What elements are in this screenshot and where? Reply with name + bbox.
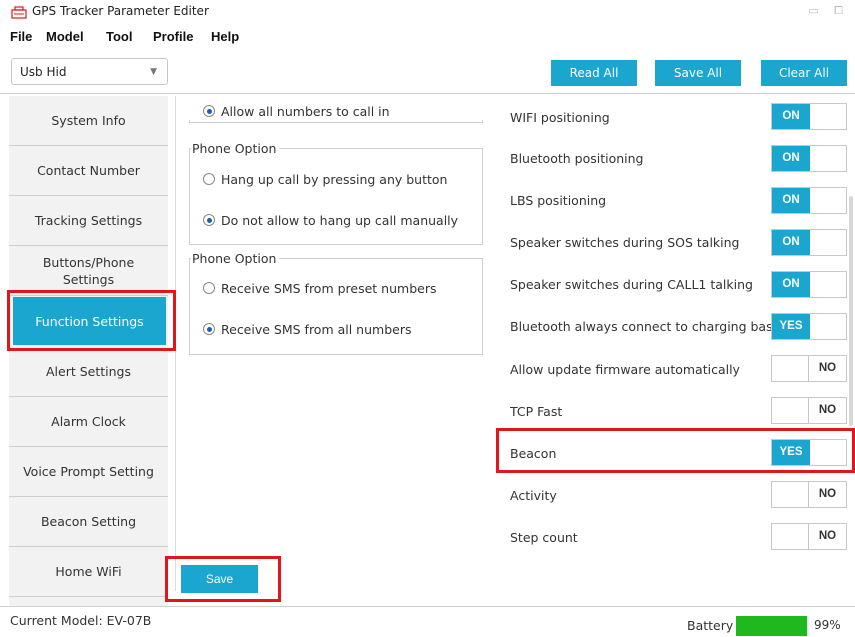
hangup-any-button-radio[interactable]: Hang up call by pressing any button [203,172,447,187]
toggle-value: NO [808,524,846,549]
sidebar-item-contact-number[interactable]: Contact Number [9,146,168,196]
sidebar-item-label: System Info [51,113,126,128]
sidebar-item-system-info[interactable]: System Info [9,96,168,146]
group-top-frame [189,120,483,123]
toggle-value: ON [772,104,810,129]
menu-profile[interactable]: Profile [153,29,193,44]
setting-label: Beacon [510,446,557,461]
setting-label: WIFI positioning [510,110,610,125]
radio-label: Receive SMS from preset numbers [221,281,437,296]
toggle-auto-update-firmware[interactable]: NO [771,355,847,382]
toolbar-divider [0,93,855,94]
title-bar: GPS Tracker Parameter Editer ▭ ⧠ [0,0,855,24]
sidebar-item-label: Voice Prompt Setting [23,464,154,479]
sidebar-item-label: Buttons/Phone Settings [42,254,135,287]
toggle-beacon[interactable]: YES [771,439,847,466]
sidebar-item-label: Tracking Settings [34,213,143,228]
toggle-speaker-sos[interactable]: ON [771,229,847,256]
setting-label: LBS positioning [510,193,607,208]
toggle-speaker-call1[interactable]: ON [771,271,847,298]
sms-all-numbers-radio[interactable]: Receive SMS from all numbers [203,322,411,337]
radio-label: Do not allow to hang up call manually [221,213,459,228]
save-button[interactable]: Save [181,565,258,593]
toggle-value: ON [772,146,810,171]
sidebar-item-label: Alarm Clock [51,414,126,429]
menu-bar: File Model Tool Profile Help [0,24,855,46]
app-icon [11,6,27,19]
setting-label: Speaker switches during CALL1 talking [510,277,753,292]
toggle-activity[interactable]: NO [771,481,847,508]
setting-label: Allow update firmware automatically [510,362,740,377]
sidebar-item-beacon-setting[interactable]: Beacon Setting [9,497,168,547]
chevron-down-icon: ▼ [150,67,157,77]
menu-help[interactable]: Help [211,29,239,44]
toggle-value: NO [808,356,846,381]
toggle-value: YES [772,314,810,339]
radio-checked-icon [203,214,215,226]
group-title: Phone Option [191,251,280,266]
setting-label: TCP Fast [510,404,563,419]
toggle-tcp-fast[interactable]: NO [771,397,847,424]
save-all-button[interactable]: Save All [655,60,741,86]
setting-label: Step count [510,530,578,545]
clear-all-button[interactable]: Clear All [761,60,847,86]
toggle-value: ON [772,188,810,213]
toggle-step-count[interactable]: NO [771,523,847,550]
sidebar-item-label: Home WiFi [55,564,122,579]
read-all-button[interactable]: Read All [551,60,637,86]
phone-option-group-sms [189,258,483,355]
battery-bar [736,616,808,636]
toggle-value: YES [772,440,810,465]
sidebar-item-voice-prompt-setting[interactable]: Voice Prompt Setting [9,447,168,497]
sidebar-item-alarm-clock[interactable]: Alarm Clock [9,397,168,447]
toggle-bluetooth-positioning[interactable]: ON [771,145,847,172]
port-select[interactable]: Usb Hid ▼ [11,58,168,85]
radio-unchecked-icon [203,173,215,185]
sidebar-item-label: Contact Number [37,163,140,178]
radio-label: Hang up call by pressing any button [221,172,448,187]
menu-file[interactable]: File [10,29,32,44]
window-controls[interactable]: ▭ ⧠ [808,4,849,18]
setting-label: Speaker switches during SOS talking [510,235,740,250]
sidebar-item-buttons-phone-settings[interactable]: Buttons/Phone Settings [9,246,168,296]
panel-scrollbar[interactable] [849,196,853,426]
sidebar-item-function-settings[interactable]: Function Settings [13,297,166,345]
radio-label: Allow all numbers to call in [221,104,390,119]
sidebar-item-label: Beacon Setting [40,514,137,529]
toggle-wifi-positioning[interactable]: ON [771,103,847,130]
allow-all-call-in-radio[interactable]: Allow all numbers to call in [203,104,390,119]
setting-label: Activity [510,488,557,503]
sidebar-item-home-wifi[interactable]: Home WiFi [9,547,168,597]
sidebar-item-alert-settings[interactable]: Alert Settings [9,347,168,397]
sidebar-item-tracking-settings[interactable]: Tracking Settings [9,196,168,246]
menu-model[interactable]: Model [46,29,84,44]
setting-label: Bluetooth always connect to charging bas… [510,319,781,334]
battery-label: Battery [687,618,734,633]
window-title: GPS Tracker Parameter Editer [32,4,209,18]
sms-preset-numbers-radio[interactable]: Receive SMS from preset numbers [203,281,436,296]
setting-label: Bluetooth positioning [510,151,644,166]
menu-tool[interactable]: Tool [106,29,132,44]
toggle-lbs-positioning[interactable]: ON [771,187,847,214]
radio-checked-icon [203,105,215,117]
battery-percent: 99% [814,618,841,632]
radio-unchecked-icon [203,282,215,294]
toggle-value: ON [772,230,810,255]
port-select-value: Usb Hid [20,65,67,79]
radio-checked-icon [203,323,215,335]
toggle-value: NO [808,398,846,423]
group-title: Phone Option [191,141,280,156]
battery-fill [736,616,808,636]
sidebar-item-label: Alert Settings [46,364,131,379]
radio-label: Receive SMS from all numbers [221,322,412,337]
no-manual-hangup-radio[interactable]: Do not allow to hang up call manually [203,213,458,228]
current-model-text: Current Model: EV-07B [10,613,152,628]
phone-option-group-hangup [189,148,483,245]
toggle-bluetooth-charging-base[interactable]: YES [771,313,847,340]
toggle-value: ON [772,272,810,297]
toggle-value: NO [808,482,846,507]
sidebar-item-label: Function Settings [35,313,144,329]
